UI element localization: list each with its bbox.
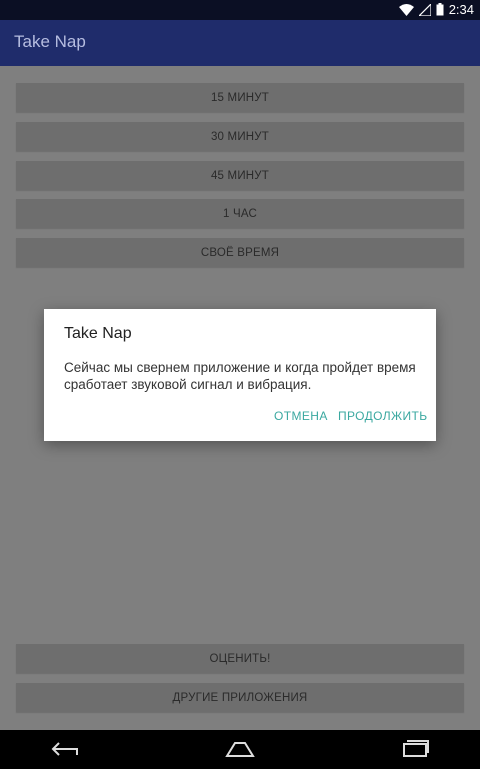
rate-button[interactable]: ОЦЕНИТЬ!	[16, 644, 464, 673]
signal-icon	[418, 3, 431, 16]
clock: 2:34	[448, 2, 474, 17]
navigation-bar	[0, 730, 480, 769]
confirm-dialog: Take Nap Сейчас мы свернем приложение и …	[44, 309, 436, 441]
battery-icon	[436, 3, 444, 16]
option-30-min-button[interactable]: 30 МИНУТ	[16, 122, 464, 151]
wifi-icon	[398, 3, 414, 16]
status-icons: 2:34	[398, 2, 474, 17]
dialog-message: Сейчас мы свернем приложение и когда про…	[64, 360, 416, 392]
status-bar: 2:34	[0, 0, 480, 20]
continue-button[interactable]: ПРОДОЛЖИТЬ	[338, 409, 428, 423]
home-icon[interactable]	[225, 738, 255, 760]
app-title: Take Nap	[14, 32, 86, 51]
cancel-button[interactable]: ОТМЕНА	[274, 409, 328, 423]
option-45-min-button[interactable]: 45 МИНУТ	[16, 161, 464, 190]
app-bar: Take Nap	[0, 20, 480, 66]
dialog-title: Take Nap	[64, 325, 132, 342]
other-apps-button[interactable]: ДРУГИЕ ПРИЛОЖЕНИЯ	[16, 683, 464, 712]
option-15-min-button[interactable]: 15 МИНУТ	[16, 83, 464, 112]
option-custom-time-button[interactable]: СВОЁ ВРЕМЯ	[16, 238, 464, 267]
recents-icon[interactable]	[400, 738, 430, 760]
back-icon[interactable]	[50, 738, 80, 760]
option-1-hour-button[interactable]: 1 ЧАС	[16, 199, 464, 228]
